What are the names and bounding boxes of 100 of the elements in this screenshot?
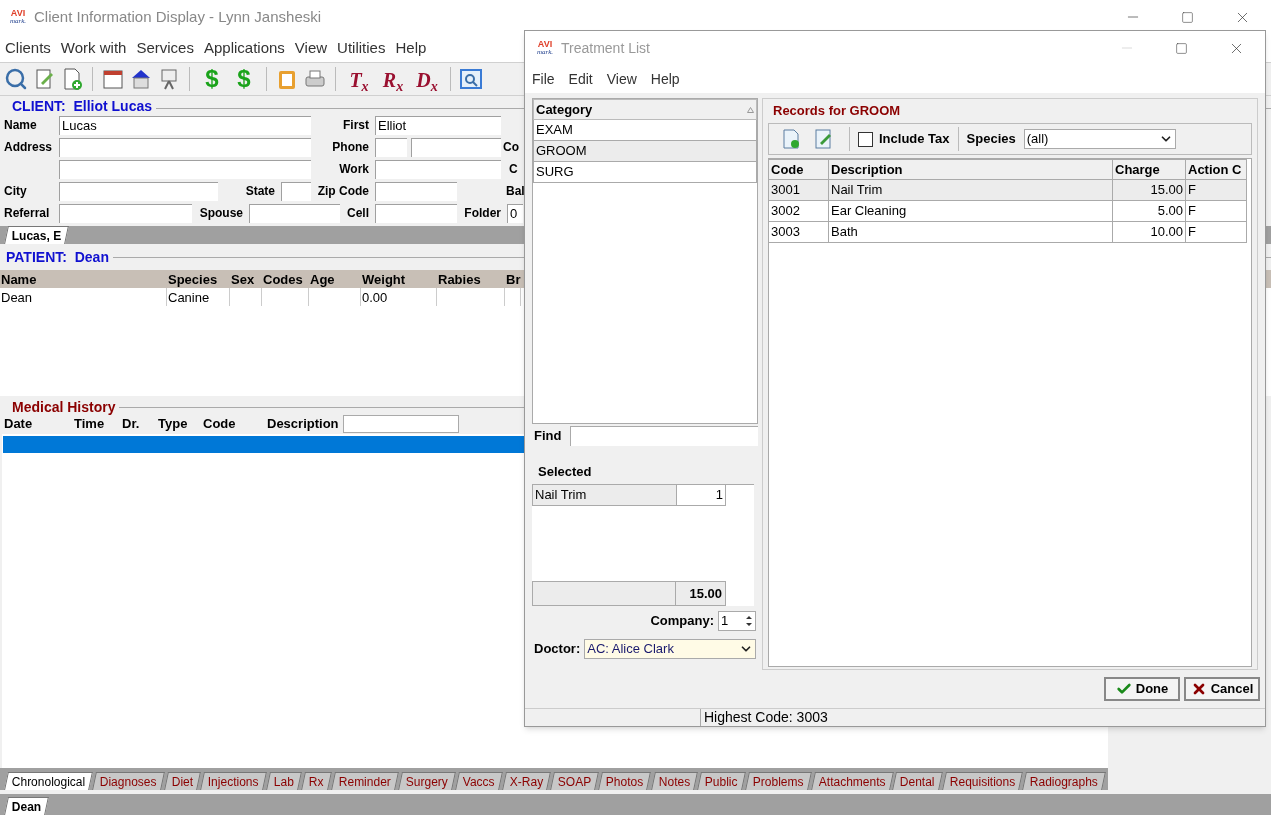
column-header[interactable]: Description (267, 414, 343, 434)
field-label: State (244, 183, 276, 200)
table-cell: 3003 (769, 222, 829, 243)
field-label: Zip Code (316, 183, 370, 200)
menu-item[interactable]: Edit (568, 68, 593, 90)
field-label: Species (966, 130, 1016, 149)
tab[interactable]: Notes (650, 772, 699, 790)
treatment-button[interactable]: T$_{x}$ (344, 65, 374, 93)
include-tax-checkbox[interactable]: Include Tax (858, 129, 950, 149)
tab[interactable]: Surgery (397, 772, 456, 790)
table-cell-text: 1 (714, 486, 724, 504)
status-text: Highest Code: 3003 (703, 709, 828, 726)
record-row[interactable]: 3001 Nail Trim 15.00 F (769, 180, 1247, 201)
tab[interactable]: Diet (164, 772, 202, 790)
company-spinner[interactable]: 1 (718, 611, 756, 631)
text-field[interactable]: Elliot (375, 115, 501, 135)
category-item[interactable]: GROOM (533, 141, 757, 162)
cancel-button[interactable]: Cancel (1184, 677, 1260, 701)
tab[interactable]: Lab (266, 772, 303, 790)
tab[interactable]: Public (697, 772, 746, 790)
column-header[interactable]: Br (505, 270, 521, 288)
column-header[interactable]: Description (829, 159, 1113, 180)
column-header[interactable]: Time (74, 414, 122, 434)
record-row[interactable]: 3003 Bath 10.00 F (769, 222, 1247, 243)
column-header[interactable]: Rabies (437, 270, 505, 288)
tab[interactable]: SOAP (550, 772, 600, 790)
column-header[interactable]: Species (167, 270, 230, 288)
tab[interactable]: Injections (200, 772, 268, 790)
field-label: C (509, 161, 518, 178)
column-header[interactable]: Age (309, 270, 361, 288)
menu-item[interactable]: Services (136, 36, 194, 60)
tab[interactable]: Dean (4, 797, 50, 815)
section-heading: Records for GROOM (772, 102, 901, 121)
tab[interactable]: Radiographs (1022, 772, 1107, 790)
column-header[interactable]: Category (533, 99, 757, 120)
field-label: Bal (506, 183, 525, 200)
category-item[interactable]: SURG (533, 162, 757, 183)
tab[interactable]: X-Ray (501, 772, 551, 790)
field-label: Co (503, 139, 519, 156)
table-cell: Bath (829, 222, 1113, 243)
field-label: Name (3, 117, 38, 134)
column-header[interactable]: Charge (1113, 159, 1186, 180)
table-cell: Nail Trim (533, 485, 677, 505)
column-header[interactable]: Type (158, 414, 203, 434)
tab[interactable]: Rx (301, 772, 332, 790)
tab[interactable]: Chronological (4, 772, 94, 790)
tab[interactable]: Vaccs (455, 772, 503, 790)
field-label: Cell (346, 205, 370, 222)
field-label: First (342, 117, 370, 134)
tab[interactable]: Diagnoses (92, 772, 165, 790)
tab[interactable]: Reminder (330, 772, 399, 790)
prescription-button[interactable]: R$_{x}$ (378, 65, 408, 93)
species-dropdown[interactable]: (all) (1023, 129, 1176, 149)
section-heading: PATIENT: Dean (5, 247, 109, 267)
menu-item[interactable]: Help (395, 36, 427, 60)
field-label: Phone (331, 139, 370, 156)
field-label: Work (338, 161, 370, 178)
table-cell: 0.00 (361, 288, 437, 306)
table-cell: Dean (0, 288, 167, 306)
column-header[interactable]: Codes (262, 270, 309, 288)
field-label: City (3, 183, 28, 200)
tab[interactable]: Problems (744, 772, 812, 790)
record-row[interactable]: 3002 Ear Cleaning 5.00 F (769, 201, 1247, 222)
column-header[interactable]: Sex (230, 270, 262, 288)
tab[interactable]: Requisitions (942, 772, 1024, 790)
column-header[interactable]: Weight (361, 270, 437, 288)
text-field[interactable]: 0 (507, 203, 523, 223)
tab[interactable]: Lucas, E (4, 226, 70, 244)
doctor-dropdown[interactable]: AC: Alice Clark (584, 639, 756, 659)
menu-item[interactable]: File (532, 68, 555, 90)
field-label: Referral (3, 205, 51, 222)
window-title: Client Information Display - Lynn Jansheski (34, 6, 323, 27)
menu-item[interactable]: Clients (5, 36, 51, 60)
tab[interactable]: Photos (598, 772, 652, 790)
menu-item[interactable]: View (294, 36, 328, 60)
menu-item[interactable]: Help (650, 68, 680, 90)
field-label: Doctor: (534, 640, 581, 659)
field-label: Address (3, 139, 54, 156)
tab[interactable]: Attachments (810, 772, 894, 790)
menu-item[interactable]: Utilities (337, 36, 386, 60)
table-cell: 10.00 (1113, 222, 1186, 243)
column-header[interactable]: Dr. (122, 414, 158, 434)
field-label: Company: (650, 612, 714, 631)
menu-item[interactable]: Work with (60, 36, 127, 60)
category-item[interactable]: EXAM (533, 120, 757, 141)
done-button[interactable]: Done (1104, 677, 1180, 701)
field-label: Folder (463, 205, 502, 222)
column-header[interactable]: Name (0, 270, 167, 288)
diagnosis-button[interactable]: D$_{x}$ (412, 65, 442, 93)
tab[interactable]: Dental (892, 772, 943, 790)
section-heading: Selected (537, 462, 592, 481)
menu-item[interactable]: View (606, 68, 637, 90)
section-heading: Medical History (11, 397, 116, 417)
column-header[interactable]: Code (203, 414, 267, 434)
column-header[interactable]: Action C (1186, 159, 1247, 180)
menu-item[interactable]: Applications (203, 36, 285, 60)
column-header[interactable]: Date (4, 414, 74, 434)
table-cell: F (1186, 222, 1247, 243)
column-header[interactable]: Code (769, 159, 829, 180)
text-field[interactable]: Lucas (59, 115, 311, 135)
